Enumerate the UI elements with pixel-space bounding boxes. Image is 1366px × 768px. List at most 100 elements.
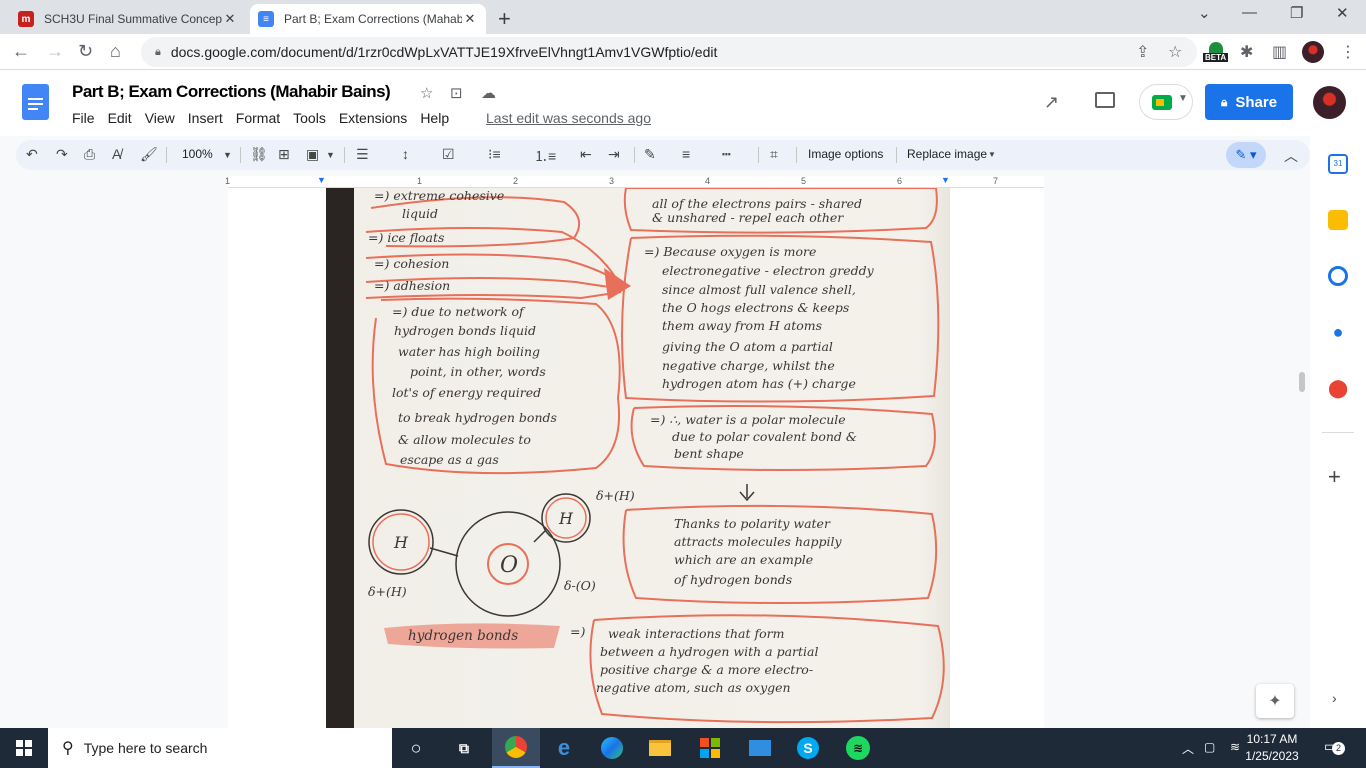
taskbar-clock[interactable]: 10:17 AM 1/25/2023: [1240, 731, 1304, 765]
handwritten-notes-image[interactable]: =) extreme cohesive liquid =) ice floats…: [326, 188, 950, 728]
browser-tab-summative[interactable]: m SCH3U Final Summative Concept ✕: [10, 4, 246, 34]
share-button[interactable]: 🔒︎ Share: [1205, 84, 1293, 120]
editing-mode-button[interactable]: ✎ ▾: [1226, 142, 1266, 168]
close-tab-icon[interactable]: ✕: [222, 11, 238, 27]
replace-image-button[interactable]: Replace image: [907, 147, 987, 161]
tasks-icon[interactable]: [1328, 266, 1348, 286]
right-indent-marker-icon[interactable]: ▼: [941, 175, 950, 185]
explore-sparkle-button[interactable]: ✦: [1256, 684, 1294, 718]
taskbar-search-box[interactable]: ⚲ Type here to search: [48, 728, 392, 768]
menu-format[interactable]: Format: [236, 110, 280, 126]
undo-icon[interactable]: ↶: [26, 146, 38, 163]
device-icon[interactable]: ▢: [1204, 740, 1215, 754]
menu-tools[interactable]: Tools: [293, 110, 326, 126]
home-icon[interactable]: ⌂: [110, 41, 121, 62]
spellcheck-icon[interactable]: A̸: [112, 146, 121, 162]
forward-arrow-icon[interactable]: →: [46, 41, 64, 62]
zoom-select[interactable]: 100%: [182, 147, 213, 161]
edge-icon[interactable]: [598, 734, 626, 762]
document-title[interactable]: Part B; Exam Corrections (Mahabir Bains): [72, 82, 391, 102]
last-edit-link[interactable]: Last edit was seconds ago: [486, 110, 651, 126]
docs-home-icon[interactable]: [22, 84, 49, 120]
chevron-down-icon[interactable]: ▼: [988, 150, 996, 159]
profile-avatar-icon[interactable]: [1302, 41, 1324, 63]
star-icon[interactable]: ☆: [420, 84, 433, 102]
add-comment-icon[interactable]: ⊞: [278, 146, 290, 163]
meet-button[interactable]: ▼: [1139, 84, 1193, 120]
border-color-icon[interactable]: ✎: [644, 146, 656, 163]
task-view-icon[interactable]: ⧉: [450, 734, 478, 762]
border-dash-icon[interactable]: ┅: [722, 146, 730, 163]
chrome-taskbar-icon[interactable]: [492, 728, 540, 768]
menu-file[interactable]: File: [72, 110, 95, 126]
beta-extension-icon[interactable]: BETA: [1203, 42, 1229, 64]
menu-extensions[interactable]: Extensions: [339, 110, 407, 126]
chevron-down-icon[interactable]: ▼: [223, 150, 232, 160]
toolbar-divider: [344, 147, 345, 163]
menu-insert[interactable]: Insert: [188, 110, 223, 126]
skype-icon[interactable]: S: [794, 734, 822, 762]
vertical-scrollbar-thumb[interactable]: [1299, 372, 1305, 392]
activity-trend-icon[interactable]: ↗: [1044, 92, 1059, 113]
align-left-icon[interactable]: ☰: [356, 146, 369, 163]
crop-image-icon[interactable]: ⌗: [770, 146, 778, 163]
cortana-circle-icon[interactable]: ○: [402, 734, 430, 762]
comment-history-icon[interactable]: [1095, 92, 1115, 108]
line-spacing-icon[interactable]: ↕: [402, 146, 409, 162]
redo-icon[interactable]: ↷: [56, 146, 68, 163]
browser-tab-exam-corrections[interactable]: ≡ Part B; Exam Corrections (Mahab ✕: [250, 4, 486, 34]
move-folder-icon[interactable]: ⊡: [450, 84, 463, 102]
store-icon[interactable]: [696, 734, 724, 762]
new-tab-plus-icon[interactable]: +: [498, 6, 511, 32]
increase-indent-icon[interactable]: ⇥: [608, 146, 620, 163]
menu-view[interactable]: View: [145, 110, 175, 126]
account-avatar[interactable]: [1313, 86, 1346, 119]
maps-pin-icon[interactable]: ⬤: [1328, 378, 1348, 398]
hide-menus-chevron-up-icon[interactable]: ︿: [1284, 146, 1298, 166]
file-explorer-icon[interactable]: [646, 734, 674, 762]
tray-overflow-chevron-icon[interactable]: ︿: [1182, 740, 1194, 757]
close-tab-icon[interactable]: ✕: [462, 11, 478, 27]
tab-search-chevron-icon[interactable]: ⌄: [1198, 4, 1211, 22]
menu-help[interactable]: Help: [420, 110, 449, 126]
browser-menu-icon[interactable]: ⋮: [1340, 42, 1356, 62]
extensions-puzzle-icon[interactable]: ✱: [1240, 42, 1253, 62]
restore-icon[interactable]: ❐: [1290, 4, 1303, 22]
border-weight-icon[interactable]: ≡: [682, 146, 690, 162]
insert-link-icon[interactable]: ⛓︎: [250, 146, 268, 163]
share-page-icon[interactable]: ⇪: [1136, 42, 1149, 62]
expand-panel-chevron-icon[interactable]: ›: [1332, 690, 1337, 706]
address-bar[interactable]: 🔒︎ docs.google.com/document/d/1rzr0cdWpL…: [141, 37, 1197, 67]
spotify-icon[interactable]: ≋: [844, 734, 872, 762]
menu-edit[interactable]: Edit: [108, 110, 132, 126]
window-close-icon[interactable]: ✕: [1336, 4, 1349, 22]
bulleted-list-icon[interactable]: ⁝≡: [488, 146, 501, 163]
keep-icon[interactable]: [1328, 210, 1348, 230]
ruler-number: 1: [225, 176, 231, 186]
paint-format-icon[interactable]: 🖌︎: [140, 146, 158, 163]
print-icon[interactable]: ⎙: [84, 146, 95, 163]
bookmark-star-icon[interactable]: ☆: [1168, 42, 1182, 62]
chevron-down-icon[interactable]: ▼: [326, 150, 335, 160]
contacts-icon[interactable]: ●: [1328, 322, 1348, 342]
get-addons-plus-icon[interactable]: +: [1328, 464, 1341, 490]
note-line: bent shape: [674, 446, 744, 461]
checklist-icon[interactable]: ☑: [442, 146, 455, 163]
side-panel-icon[interactable]: ▥: [1272, 42, 1287, 62]
numbered-list-icon[interactable]: ⒈≡: [534, 146, 556, 166]
document-canvas: =) extreme cohesive liquid =) ice floats…: [0, 188, 1310, 728]
left-indent-marker-icon[interactable]: ▼: [317, 175, 326, 185]
image-options-button[interactable]: Image options: [808, 147, 883, 161]
calendar-icon[interactable]: 31: [1328, 154, 1348, 174]
insert-image-icon[interactable]: ▣: [306, 146, 319, 163]
mail-icon[interactable]: [746, 734, 774, 762]
cloud-status-icon[interactable]: ☁: [481, 84, 496, 102]
back-arrow-icon[interactable]: ←: [12, 41, 30, 62]
reload-icon[interactable]: ↻: [78, 41, 93, 62]
minimize-icon[interactable]: —: [1242, 4, 1257, 21]
decrease-indent-icon[interactable]: ⇤: [580, 146, 592, 163]
wifi-icon[interactable]: ≋: [1230, 740, 1240, 754]
ie-icon[interactable]: e: [550, 734, 578, 762]
windows-start-icon[interactable]: [16, 740, 32, 756]
notification-icon[interactable]: ▭ 2: [1324, 738, 1345, 755]
